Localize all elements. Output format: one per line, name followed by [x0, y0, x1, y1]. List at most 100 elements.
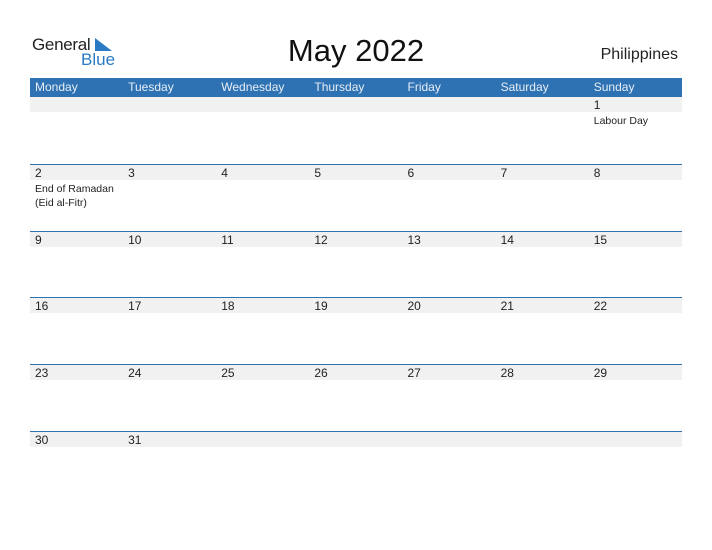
- date-strip: [30, 232, 124, 247]
- day-cell: 20: [402, 298, 496, 364]
- day-cell: 27: [402, 365, 496, 431]
- day-number: 3: [128, 166, 135, 180]
- day-number: 11: [221, 233, 234, 247]
- day-number: 17: [128, 299, 142, 313]
- date-strip: [216, 432, 310, 447]
- holiday-label: Labour Day: [593, 115, 649, 127]
- day-cell: 21: [495, 298, 589, 364]
- week-row: 2 End of Ramadan (Eid al-Fitr) 3 4 5 6 7 8: [30, 164, 682, 231]
- date-strip: [123, 97, 217, 112]
- day-cell: 13: [402, 232, 496, 298]
- country-label: Philippines: [600, 46, 678, 63]
- date-strip: [495, 97, 589, 112]
- day-number: 21: [500, 299, 514, 313]
- date-strip: [216, 97, 310, 112]
- day-cell: 14: [495, 232, 589, 298]
- day-cell: [216, 432, 310, 498]
- date-strip: [588, 97, 682, 112]
- day-cell: 17: [123, 298, 217, 364]
- day-cell: 26: [309, 365, 403, 431]
- day-cell: [216, 97, 310, 163]
- day-cell: [309, 97, 403, 163]
- weekday-saturday: Saturday: [500, 80, 549, 94]
- date-strip: [309, 165, 403, 180]
- date-strip: [402, 165, 496, 180]
- day-number: 9: [35, 233, 42, 247]
- day-cell: [495, 97, 589, 163]
- day-cell: 3: [123, 165, 217, 231]
- day-number: 23: [35, 366, 49, 380]
- day-number: 8: [593, 166, 601, 180]
- day-cell: 5: [309, 165, 403, 231]
- date-strip: [588, 165, 682, 180]
- day-cell: 24: [123, 365, 217, 431]
- day-number: 26: [314, 366, 328, 380]
- day-cell: 25: [216, 365, 310, 431]
- date-strip: [402, 432, 496, 447]
- day-cell: 30: [30, 432, 124, 498]
- weekday-monday: Monday: [35, 80, 78, 94]
- day-number: 14: [500, 233, 514, 247]
- day-number: 12: [314, 233, 328, 247]
- day-number: 31: [128, 433, 142, 447]
- day-cell: 11: [216, 232, 310, 298]
- day-cell: [309, 432, 403, 498]
- date-strip: [309, 432, 403, 447]
- day-cell: [30, 97, 124, 163]
- day-number: 20: [407, 299, 421, 313]
- day-cell: 15: [588, 232, 682, 298]
- day-cell: 18: [216, 298, 310, 364]
- day-number: 24: [128, 366, 142, 380]
- week-row: 9 10 11 12 13 14 15: [30, 231, 682, 298]
- day-cell: 12: [309, 232, 403, 298]
- day-number: 30: [35, 433, 49, 447]
- day-number: 16: [35, 299, 49, 313]
- date-strip: [216, 165, 310, 180]
- day-cell: [588, 432, 682, 498]
- day-number: 1: [593, 98, 601, 112]
- day-number: 25: [221, 366, 235, 380]
- day-number: 29: [593, 366, 608, 380]
- week-row: 30 31: [30, 431, 682, 498]
- day-cell: 16: [30, 298, 124, 364]
- date-strip: [588, 432, 682, 447]
- date-strip: [30, 165, 124, 180]
- day-number: 10: [128, 233, 142, 247]
- date-strip: [123, 165, 217, 180]
- day-cell: 2 End of Ramadan (Eid al-Fitr): [30, 165, 124, 231]
- day-cell: [402, 432, 496, 498]
- day-number: 28: [500, 366, 514, 380]
- day-cell: [123, 97, 217, 163]
- day-cell: 31: [123, 432, 217, 498]
- date-strip: [402, 97, 496, 112]
- day-cell: 7: [495, 165, 589, 231]
- week-row: 16 17 18 19 20 21 22: [30, 297, 682, 364]
- day-cell: 23: [30, 365, 124, 431]
- holiday-label: End of Ramadan (Eid al-Fitr): [35, 183, 114, 209]
- day-number: 4: [221, 166, 228, 180]
- day-number: 13: [407, 233, 421, 247]
- weekday-header: Monday Tuesday Wednesday Thursday Friday Satu…: [30, 78, 682, 97]
- day-number: 7: [500, 166, 508, 180]
- weekday-thursday: Thursday: [314, 80, 365, 94]
- day-cell: 6: [402, 165, 496, 231]
- day-cell: [495, 432, 589, 498]
- day-cell: 4: [216, 165, 310, 231]
- day-number: 6: [407, 166, 415, 180]
- day-cell: 8: [588, 165, 682, 231]
- week-row: 23 24 25 26 27 28 29: [30, 364, 682, 431]
- weekday-tuesday: Tuesday: [128, 80, 174, 94]
- day-cell: 1 Labour Day: [588, 97, 682, 163]
- day-number: 19: [314, 299, 328, 313]
- weekday-wednesday: Wednesday: [221, 80, 285, 94]
- date-strip: [495, 165, 589, 180]
- week-row: 1 Labour Day: [30, 97, 682, 163]
- day-cell: 28: [495, 365, 589, 431]
- day-cell: 19: [309, 298, 403, 364]
- day-number: 15: [593, 233, 608, 247]
- weekday-friday: Friday: [407, 80, 441, 94]
- day-number: 22: [593, 299, 608, 313]
- weekday-sunday: Sunday: [593, 80, 635, 94]
- day-cell: [402, 97, 496, 163]
- date-strip: [309, 97, 403, 112]
